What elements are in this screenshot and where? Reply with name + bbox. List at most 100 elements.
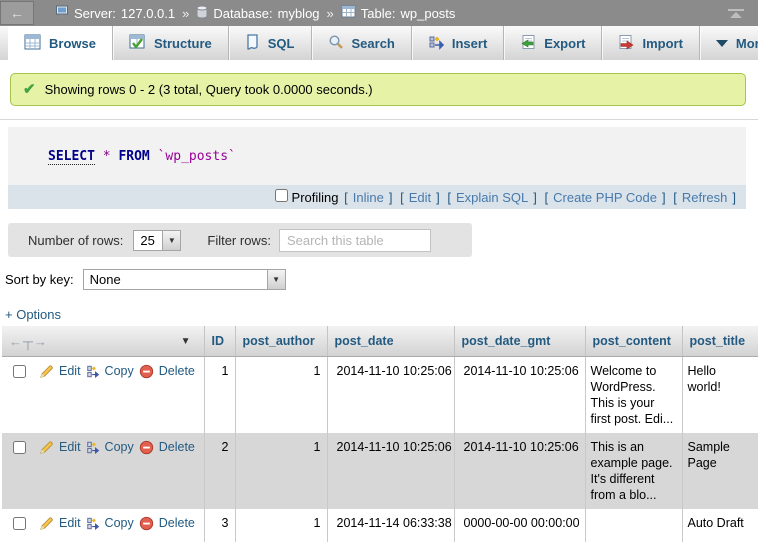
bracket: [ <box>344 190 348 205</box>
tab-import-label: Import <box>642 36 682 51</box>
edit-pencil-icon[interactable] <box>39 516 54 531</box>
row-delete-link[interactable]: Delete <box>159 439 195 455</box>
breadcrumb-database-link[interactable]: myblog <box>278 6 320 21</box>
bracket: [ <box>447 190 451 205</box>
cell-post-title: Hello world! <box>682 357 758 434</box>
delete-icon[interactable] <box>139 440 154 455</box>
row-delete-link[interactable]: Delete <box>159 515 195 531</box>
breadcrumb-database-label: Database: <box>213 6 272 21</box>
query-link-explain-sql[interactable]: Explain SQL <box>456 190 528 205</box>
tab-insert-label: Insert <box>452 36 487 51</box>
tab-more[interactable]: More <box>700 26 758 60</box>
sort-key-select[interactable]: None <box>83 269 286 290</box>
tab-export-label: Export <box>544 36 585 51</box>
row-delete-link[interactable]: Delete <box>159 363 195 379</box>
sql-star: * <box>103 149 111 164</box>
breadcrumb-bar: ← Server: 127.0.0.1 » Database: myblog »… <box>0 0 758 26</box>
tab-search-label: Search <box>352 36 395 51</box>
sql-table-identifier: `wp_posts` <box>158 149 236 164</box>
nav-back-button[interactable]: ← <box>0 1 34 25</box>
cell-post-content <box>585 509 682 542</box>
query-link-edit[interactable]: Edit <box>409 190 431 205</box>
column-header-post-author[interactable]: post_author <box>235 326 327 357</box>
export-icon <box>520 34 536 53</box>
cell-post-date: 2014-11-14 06:33:38 <box>327 509 454 542</box>
cell-post-content: Welcome to WordPress. This is your first… <box>585 357 682 434</box>
sql-keyword-select[interactable]: SELECT <box>48 149 95 165</box>
copy-row-icon[interactable] <box>86 440 100 455</box>
bracket: ] <box>389 190 393 205</box>
sql-icon <box>245 34 260 53</box>
tab-structure-label: Structure <box>154 36 212 51</box>
cell-post-title: Sample Page <box>682 433 758 509</box>
row-edit-link[interactable]: Edit <box>59 363 81 379</box>
sort-key-select-wrap: None <box>83 269 286 290</box>
copy-row-icon[interactable] <box>86 516 100 531</box>
row-select-checkbox[interactable] <box>13 441 26 454</box>
tab-browse[interactable]: Browse <box>8 26 113 60</box>
filter-rows-label: Filter rows: <box>207 233 271 248</box>
query-link-inline[interactable]: Inline <box>353 190 384 205</box>
breadcrumb-table-label: Table: <box>361 6 396 21</box>
cell-post-date-gmt: 2014-11-10 10:25:06 <box>454 357 585 434</box>
divider <box>0 119 758 120</box>
results-table: ←┬→ ▼ ID post_author post_date post_date… <box>2 326 758 542</box>
rows-controls-bar: Number of rows: 25 Filter rows: <box>8 223 472 257</box>
delete-icon[interactable] <box>139 364 154 379</box>
number-of-rows-label: Number of rows: <box>28 233 123 248</box>
row-edit-link[interactable]: Edit <box>59 439 81 455</box>
column-header-post-title[interactable]: post_title <box>682 326 758 357</box>
tab-sql[interactable]: SQL <box>229 26 312 60</box>
tab-import[interactable]: Import <box>602 26 699 60</box>
breadcrumb-server-link[interactable]: 127.0.0.1 <box>121 6 175 21</box>
breadcrumb-separator: » <box>327 6 334 21</box>
left-arrow-icon: ← <box>10 5 24 21</box>
bracket: [ <box>400 190 404 205</box>
action-position-toggle-icon[interactable]: ←┬→ <box>9 333 48 349</box>
sql-query-box: SELECT * FROM `wp_posts` Profiling [Inli… <box>8 127 746 209</box>
with-selected-caret-icon[interactable]: ▼ <box>181 336 198 347</box>
bracket: ] <box>732 190 736 205</box>
breadcrumb-table-link[interactable]: wp_posts <box>400 6 455 21</box>
copy-row-icon[interactable] <box>86 364 100 379</box>
edit-pencil-icon[interactable] <box>39 440 54 455</box>
structure-icon <box>129 34 146 53</box>
bracket: [ <box>545 190 549 205</box>
cell-post-author: 1 <box>235 509 327 542</box>
query-link-refresh[interactable]: Refresh <box>682 190 728 205</box>
breadcrumb-separator: » <box>182 6 189 21</box>
profiling-checkbox[interactable] <box>275 189 288 202</box>
query-link-create-php-code[interactable]: Create PHP Code <box>553 190 657 205</box>
check-icon: ✔ <box>23 82 36 97</box>
tab-search[interactable]: Search <box>312 26 412 60</box>
options-toggle-link[interactable]: + Options <box>5 307 61 322</box>
delete-icon[interactable] <box>139 516 154 531</box>
cell-post-author: 1 <box>235 433 327 509</box>
sort-row: Sort by key: None <box>5 269 758 290</box>
tab-insert[interactable]: Insert <box>412 26 504 60</box>
actions-header: ←┬→ ▼ <box>2 326 204 357</box>
row-copy-link[interactable]: Copy <box>105 363 134 379</box>
edit-pencil-icon[interactable] <box>39 364 54 379</box>
bracket: ] <box>436 190 440 205</box>
row-copy-link[interactable]: Copy <box>105 439 134 455</box>
tab-structure[interactable]: Structure <box>113 26 229 60</box>
row-copy-link[interactable]: Copy <box>105 515 134 531</box>
tab-export[interactable]: Export <box>504 26 602 60</box>
table-row: Edit Copy Delete 1 1 2014-11-10 10:25:06… <box>2 357 758 434</box>
sql-query-text: SELECT * FROM `wp_posts` <box>8 127 746 185</box>
rows-per-page-select[interactable]: 25 <box>133 230 181 251</box>
row-select-checkbox[interactable] <box>13 365 26 378</box>
row-select-checkbox[interactable] <box>13 517 26 530</box>
row-edit-link[interactable]: Edit <box>59 515 81 531</box>
tab-more-label: More <box>736 36 758 51</box>
column-header-id[interactable]: ID <box>204 326 235 357</box>
filter-rows-input[interactable] <box>279 229 431 252</box>
rows-per-page-select-wrap: 25 <box>133 230 181 251</box>
column-header-post-content[interactable]: post_content <box>585 326 682 357</box>
column-header-post-date-gmt[interactable]: post_date_gmt <box>454 326 585 357</box>
cell-post-author: 1 <box>235 357 327 434</box>
column-header-post-date[interactable]: post_date <box>327 326 454 357</box>
collapse-icon[interactable] <box>728 9 744 18</box>
sql-keyword-from: FROM <box>118 149 149 164</box>
